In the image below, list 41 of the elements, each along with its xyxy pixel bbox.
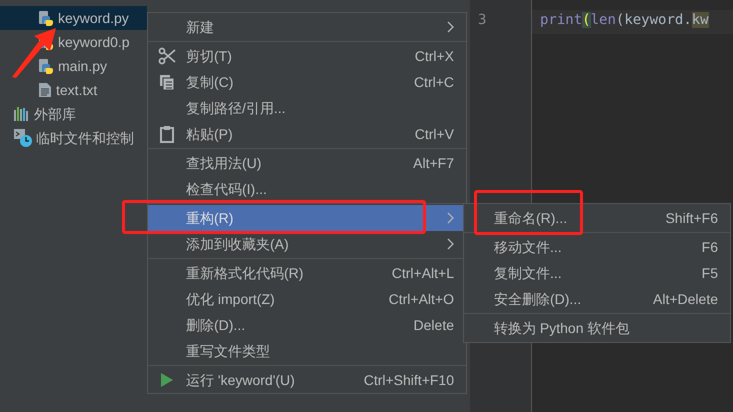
menu-item[interactable]: 重写文件类型 <box>148 338 466 364</box>
tree-item-label: 临时文件和控制 <box>36 128 134 148</box>
annotation-arrow <box>10 26 58 78</box>
tree-item-label: keyword0.p <box>58 32 130 52</box>
menu-item[interactable]: 复制(C) Ctrl+C <box>148 69 466 95</box>
menu-item[interactable]: 重构(R) <box>148 205 466 231</box>
menu-item[interactable]: 移动文件... F6 <box>464 234 730 260</box>
tree-item[interactable]: 外部库 <box>0 102 147 126</box>
tree-item-label: main.py <box>58 56 108 76</box>
menu-item[interactable]: 检查代码(I)... <box>148 176 466 202</box>
scissors-icon <box>158 47 176 65</box>
scratch-clock-icon <box>14 129 32 147</box>
tree-item-label: keyword.py <box>58 8 129 28</box>
menu-item[interactable]: 重新格式化代码(R) Ctrl+Alt+L <box>148 260 466 286</box>
run-icon <box>161 373 173 387</box>
text-file-icon <box>38 82 52 98</box>
tree-item[interactable]: text.txt <box>0 78 147 102</box>
python-file-icon <box>38 58 54 74</box>
menu-item[interactable]: 复制文件... F5 <box>464 260 730 286</box>
menu-item[interactable]: 删除(D)... Delete <box>148 312 466 338</box>
tree-item[interactable]: main.py <box>0 54 147 78</box>
menu-item[interactable]: 剪切(T) Ctrl+X <box>148 43 466 69</box>
menu-item[interactable]: 添加到收藏夹(A) <box>148 231 466 257</box>
menu-item[interactable]: 查找用法(U) Alt+F7 <box>148 150 466 176</box>
menu-item[interactable]: 优化 import(Z) Ctrl+Alt+O <box>148 286 466 312</box>
menu-item[interactable]: 重命名(R)... Shift+F6 <box>464 205 730 231</box>
library-bars-icon <box>14 107 30 121</box>
tree-item[interactable]: 临时文件和控制 <box>0 126 147 150</box>
tree-item-label: 外部库 <box>34 104 76 124</box>
line-number: 3 <box>478 11 488 30</box>
menu-item[interactable]: 转换为 Python 软件包 <box>464 315 730 341</box>
menu-item[interactable]: 安全删除(D)... Alt+Delete <box>464 286 730 312</box>
clipboard-icon <box>160 126 174 142</box>
copy-icon <box>159 74 175 90</box>
menu-item[interactable]: 复制路径/引用... <box>148 95 466 121</box>
menu-item[interactable]: 运行 'keyword'(U) Ctrl+Shift+F10 <box>148 367 466 393</box>
menu-item[interactable]: 新建 <box>148 14 466 40</box>
tree-item[interactable]: keyword.py <box>0 6 147 30</box>
python-file-icon <box>38 10 54 26</box>
menu-item[interactable]: 粘贴(P) Ctrl+V <box>148 121 466 147</box>
tree-item-label: text.txt <box>56 80 98 100</box>
